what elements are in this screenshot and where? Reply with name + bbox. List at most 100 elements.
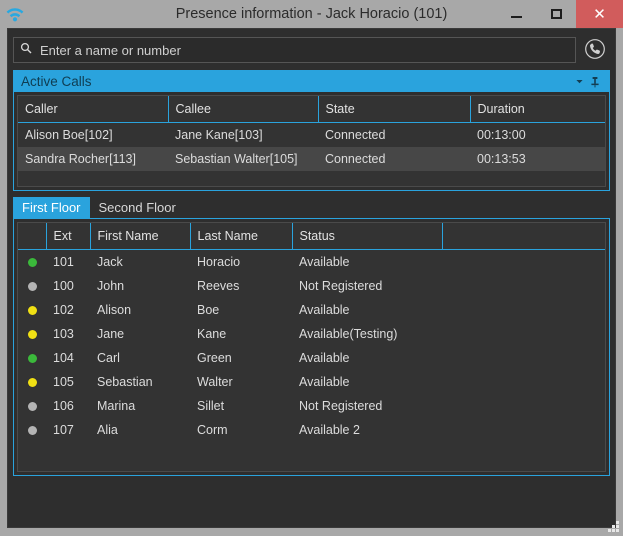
column-header-duration[interactable]: Duration — [470, 96, 605, 123]
search-input[interactable] — [38, 41, 569, 59]
presence-status-dot — [18, 249, 46, 274]
phone-call-button[interactable] — [580, 36, 610, 64]
table-row[interactable]: 106 Marina Sillet Not Registered — [18, 394, 605, 418]
cell-first-name: Alison — [90, 298, 190, 322]
column-header-spacer[interactable] — [442, 223, 605, 250]
column-header-state[interactable]: State — [318, 96, 471, 123]
table-row[interactable]: 102 Alison Boe Available — [18, 298, 605, 322]
resize-grip[interactable] — [607, 520, 620, 533]
column-header-first-name[interactable]: First Name — [90, 223, 191, 250]
search-row — [8, 29, 615, 70]
column-header-caller[interactable]: Caller — [18, 96, 169, 123]
search-icon — [20, 41, 32, 59]
cell-spacer — [442, 370, 605, 394]
tab-first-floor[interactable]: First Floor — [13, 197, 90, 218]
active-calls-grid-container[interactable]: Caller Callee State Duration Alison Boe[… — [17, 95, 606, 187]
cell-status: Available 2 — [292, 418, 442, 442]
title-bar[interactable]: Presence information - Jack Horacio (101… — [0, 0, 623, 28]
presence-status-dot — [18, 394, 46, 418]
resize-grip-dot — [608, 529, 611, 532]
table-row[interactable]: Sandra Rocher[113] Sebastian Walter[105]… — [18, 147, 605, 171]
cell-first-name: Alia — [90, 418, 190, 442]
active-calls-grid: Caller Callee State Duration Alison Boe[… — [18, 96, 605, 171]
cell-ext: 102 — [46, 298, 90, 322]
contacts-header-row: Ext First Name Last Name Status — [18, 223, 605, 250]
cell-caller: Alison Boe[102] — [18, 122, 168, 147]
presence-status-dot — [18, 418, 46, 442]
table-row[interactable]: 105 Sebastian Walter Available — [18, 370, 605, 394]
table-row[interactable]: Alison Boe[102] Jane Kane[103] Connected… — [18, 122, 605, 147]
resize-grip-dot — [612, 529, 615, 532]
cell-ext: 107 — [46, 418, 90, 442]
minimize-button[interactable] — [496, 0, 536, 28]
cell-status: Available — [292, 346, 442, 370]
contacts-body: 101 Jack Horacio Available 100 John Reeves Not … — [18, 249, 605, 442]
cell-status: Available — [292, 249, 442, 274]
maximize-button[interactable] — [536, 0, 576, 28]
cell-last-name: Kane — [190, 322, 292, 346]
cell-status: Available — [292, 370, 442, 394]
cell-ext: 106 — [46, 394, 90, 418]
maximize-icon — [550, 9, 562, 19]
chevron-down-icon[interactable] — [571, 71, 587, 92]
column-header-status[interactable]: Status — [292, 223, 443, 250]
cell-spacer — [442, 346, 605, 370]
cell-ext: 101 — [46, 249, 90, 274]
status-indicator-icon — [27, 258, 37, 268]
presence-status-dot — [18, 298, 46, 322]
cell-first-name: Jack — [90, 249, 190, 274]
cell-last-name: Boe — [190, 298, 292, 322]
cell-spacer — [442, 418, 605, 442]
table-row[interactable]: 100 John Reeves Not Registered — [18, 274, 605, 298]
table-row[interactable]: 104 Carl Green Available — [18, 346, 605, 370]
column-header-callee[interactable]: Callee — [168, 96, 319, 123]
resize-grip-dot — [616, 525, 619, 528]
resize-grip-dot — [616, 529, 619, 532]
tab-second-floor[interactable]: Second Floor — [90, 197, 185, 218]
cell-last-name: Sillet — [190, 394, 292, 418]
cell-spacer — [442, 394, 605, 418]
cell-status: Available — [292, 298, 442, 322]
cell-status: Not Registered — [292, 394, 442, 418]
contacts-grid-container[interactable]: Ext First Name Last Name Status 101 Jack H… — [17, 222, 606, 472]
window-controls: ✕ — [496, 0, 623, 28]
status-indicator-icon — [27, 330, 37, 340]
resize-grip-dot — [616, 521, 619, 524]
close-icon: ✕ — [593, 4, 606, 23]
status-indicator-icon — [27, 378, 37, 388]
cell-first-name: Sebastian — [90, 370, 190, 394]
cell-first-name: Carl — [90, 346, 190, 370]
cell-ext: 104 — [46, 346, 90, 370]
close-button[interactable]: ✕ — [576, 0, 623, 28]
status-indicator-icon — [27, 354, 37, 364]
table-row[interactable]: 107 Alia Corm Available 2 — [18, 418, 605, 442]
cell-duration: 00:13:00 — [470, 122, 605, 147]
cell-spacer — [442, 249, 605, 274]
active-calls-header[interactable]: Active Calls — [14, 71, 609, 92]
table-row[interactable]: 101 Jack Horacio Available — [18, 249, 605, 274]
cell-caller: Sandra Rocher[113] — [18, 147, 168, 171]
presence-status-dot — [18, 370, 46, 394]
cell-ext: 103 — [46, 322, 90, 346]
cell-last-name: Green — [190, 346, 292, 370]
cell-status: Available(Testing) — [292, 322, 442, 346]
table-row[interactable]: 103 Jane Kane Available(Testing) — [18, 322, 605, 346]
application-window: Presence information - Jack Horacio (101… — [0, 0, 623, 536]
search-box[interactable] — [13, 37, 576, 63]
contacts-panel: Ext First Name Last Name Status 101 Jack H… — [13, 218, 610, 476]
column-header-presence[interactable] — [18, 223, 47, 250]
cell-callee: Jane Kane[103] — [168, 122, 318, 147]
column-header-ext[interactable]: Ext — [46, 223, 91, 250]
minimize-icon — [510, 16, 522, 18]
column-header-last-name[interactable]: Last Name — [190, 223, 293, 250]
pin-icon[interactable] — [587, 71, 603, 92]
status-indicator-icon — [27, 282, 37, 292]
cell-spacer — [442, 298, 605, 322]
cell-state: Connected — [318, 122, 470, 147]
client-area: Active Calls — [7, 28, 616, 528]
cell-ext: 100 — [46, 274, 90, 298]
contacts-grid: Ext First Name Last Name Status 101 Jack H… — [18, 223, 605, 442]
cell-spacer — [442, 322, 605, 346]
cell-last-name: Walter — [190, 370, 292, 394]
status-indicator-icon — [27, 306, 37, 316]
